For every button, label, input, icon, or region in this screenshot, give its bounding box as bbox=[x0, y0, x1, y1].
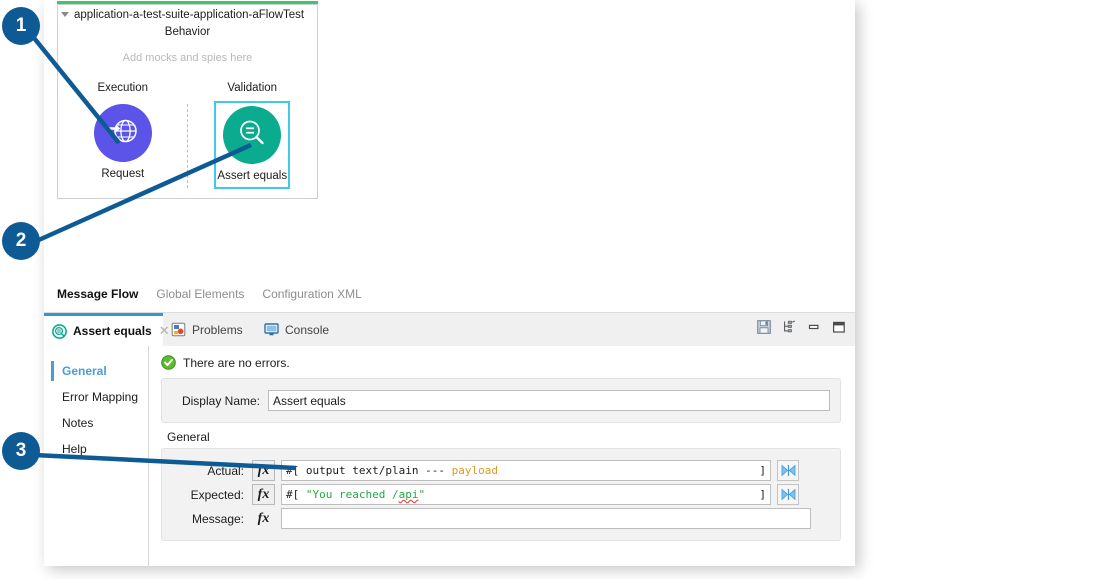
nav-item-help[interactable]: Help bbox=[44, 436, 148, 462]
flow-name: application-a-test-suite-application-aFl… bbox=[74, 9, 304, 21]
expected-input[interactable]: #[ "You reached /api" ] bbox=[281, 484, 771, 505]
field-row-message: Message: fx bbox=[172, 508, 830, 529]
editor-tab-global-elements[interactable]: Global Elements bbox=[156, 287, 244, 301]
flow-container[interactable]: application-a-test-suite-application-aFl… bbox=[57, 4, 318, 199]
expected-prefix: #[ bbox=[286, 488, 299, 501]
collapse-triangle-icon[interactable] bbox=[61, 12, 69, 17]
editor-tab-message-flow[interactable]: Message Flow bbox=[57, 287, 138, 301]
nav-item-general[interactable]: General bbox=[44, 358, 148, 384]
mocks-spies-hint[interactable]: Add mocks and spies here bbox=[58, 52, 317, 64]
expected-token-1: "You reached / bbox=[306, 488, 399, 501]
general-section-title: General bbox=[167, 430, 855, 444]
lane-validation: Validation bbox=[188, 82, 318, 199]
assert-equals-node-circle[interactable] bbox=[223, 106, 281, 164]
message-label: Message: bbox=[172, 512, 244, 526]
actual-fx-button[interactable]: fx bbox=[252, 460, 275, 481]
behavior-label: Behavior bbox=[58, 26, 317, 38]
tab-console-label: Console bbox=[285, 323, 329, 337]
actual-token-1: payload bbox=[452, 464, 498, 477]
display-name-input[interactable]: Assert equals bbox=[268, 390, 830, 411]
assert-equals-node-label: Assert equals bbox=[217, 170, 287, 182]
success-check-icon bbox=[161, 355, 176, 370]
properties-view: Assert equals ✕ Problems bbox=[44, 313, 855, 566]
link-with-editor-icon[interactable] bbox=[782, 320, 796, 339]
flow-node-assert-equals[interactable]: Assert equals bbox=[214, 101, 290, 189]
request-node-circle[interactable] bbox=[94, 104, 152, 162]
request-node-label: Request bbox=[101, 168, 144, 180]
expected-suffix: ] bbox=[759, 488, 766, 501]
field-row-expected: Expected: fx #[ "You reached /api" ] bbox=[172, 484, 830, 505]
save-icon[interactable] bbox=[757, 320, 771, 339]
application-window: application-a-test-suite-application-aFl… bbox=[44, 0, 855, 566]
callout-badge-2: 2 bbox=[2, 222, 40, 260]
actual-code: #[ output text/plain --- payload bbox=[286, 464, 498, 477]
lane-title-validation: Validation bbox=[227, 82, 277, 94]
general-fields-group: Actual: fx #[ output text/plain --- payl… bbox=[161, 448, 841, 541]
expected-label: Expected: bbox=[172, 488, 244, 502]
callout-badge-3: 3 bbox=[2, 432, 40, 470]
dataweave-transform-icon[interactable] bbox=[777, 484, 799, 505]
expected-code: #[ "You reached /api" bbox=[286, 488, 425, 501]
editor-tab-bar[interactable]: Message Flow Global Elements Configurati… bbox=[44, 276, 855, 313]
properties-main: There are no errors. Display Name: Asser… bbox=[149, 346, 855, 566]
tab-assert-equals-label: Assert equals bbox=[73, 324, 152, 338]
tab-problems[interactable]: Problems bbox=[163, 313, 256, 346]
expected-token-3: " bbox=[418, 488, 425, 501]
screenshot-root: application-a-test-suite-application-aFl… bbox=[0, 0, 1117, 579]
tab-problems-label: Problems bbox=[192, 323, 243, 337]
flow-node-request[interactable]: Request bbox=[85, 101, 161, 189]
expected-fx-button[interactable]: fx bbox=[252, 484, 275, 505]
actual-token-0: output text/plain --- bbox=[299, 464, 451, 477]
message-input[interactable] bbox=[281, 508, 811, 529]
magnifier-equals-icon bbox=[235, 116, 269, 155]
nav-item-error-mapping[interactable]: Error Mapping bbox=[44, 384, 148, 410]
properties-body: General Error Mapping Notes Help Ther bbox=[44, 346, 855, 566]
callout-badge-1: 1 bbox=[2, 7, 40, 45]
lane-title-execution: Execution bbox=[97, 82, 148, 94]
dataweave-transform-icon[interactable] bbox=[777, 460, 799, 481]
actual-input[interactable]: #[ output text/plain --- payload ] bbox=[281, 460, 771, 481]
flow-header[interactable]: application-a-test-suite-application-aFl… bbox=[58, 5, 317, 24]
field-row-actual: Actual: fx #[ output text/plain --- payl… bbox=[172, 460, 830, 481]
tab-assert-equals[interactable]: Assert equals ✕ bbox=[44, 313, 163, 346]
message-fx-button[interactable]: fx bbox=[252, 508, 275, 529]
console-icon bbox=[264, 322, 279, 337]
lane-execution: Execution bbox=[58, 82, 188, 199]
properties-nav[interactable]: General Error Mapping Notes Help bbox=[44, 346, 149, 566]
problems-icon bbox=[171, 322, 186, 337]
actual-label: Actual: bbox=[172, 464, 244, 478]
tab-console[interactable]: Console bbox=[256, 313, 344, 346]
status-row: There are no errors. bbox=[161, 355, 855, 370]
nav-item-notes[interactable]: Notes bbox=[44, 410, 148, 436]
editor-tab-configuration-xml[interactable]: Configuration XML bbox=[262, 287, 361, 301]
properties-tab-bar[interactable]: Assert equals ✕ Problems bbox=[44, 313, 855, 347]
status-text: There are no errors. bbox=[183, 356, 290, 370]
display-name-group: Display Name: Assert equals bbox=[161, 378, 841, 423]
message-flow-canvas[interactable]: application-a-test-suite-application-aFl… bbox=[44, 0, 855, 277]
assert-equals-icon bbox=[52, 324, 67, 339]
actual-prefix: #[ bbox=[286, 464, 299, 477]
minimize-icon[interactable] bbox=[807, 321, 821, 339]
actual-suffix: ] bbox=[759, 464, 766, 477]
view-toolbar[interactable] bbox=[757, 313, 846, 346]
globe-arrow-icon bbox=[106, 114, 140, 153]
display-name-row: Display Name: Assert equals bbox=[172, 390, 830, 411]
display-name-label: Display Name: bbox=[172, 394, 260, 408]
expected-token-0 bbox=[299, 488, 306, 501]
expected-token-2: api bbox=[399, 488, 419, 501]
flow-lanes: Execution bbox=[58, 82, 317, 199]
maximize-icon[interactable] bbox=[832, 321, 846, 339]
